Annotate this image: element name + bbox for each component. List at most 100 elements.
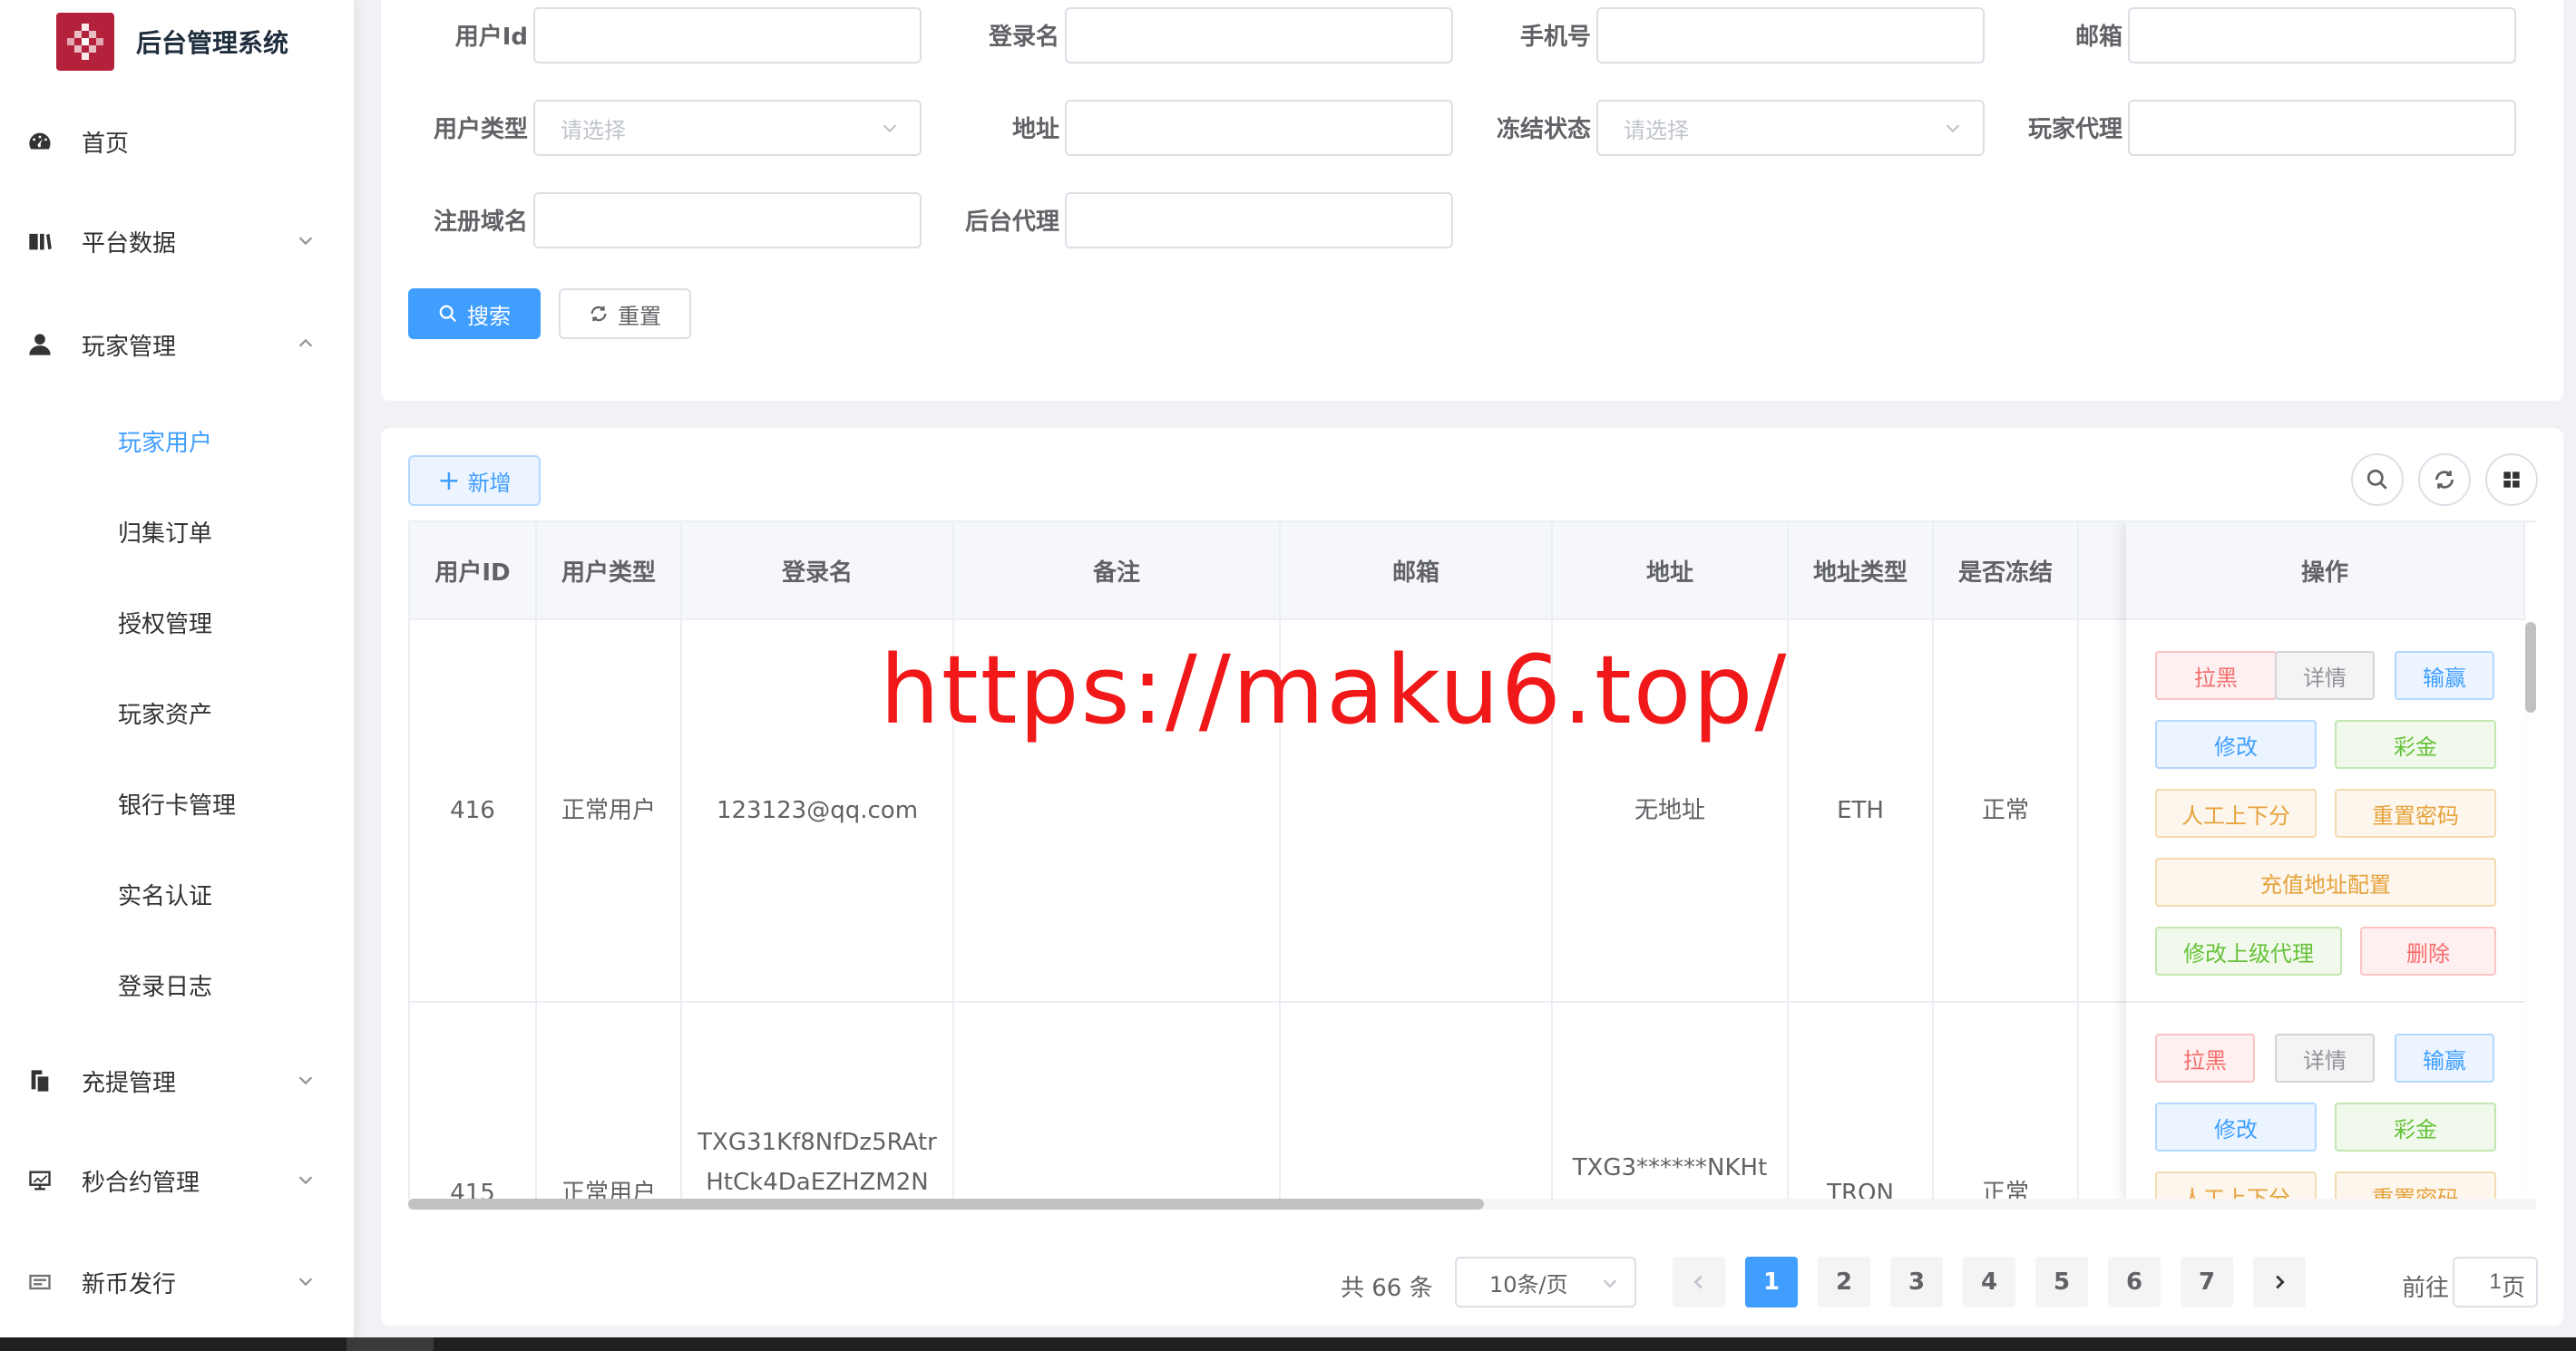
chevron-down-icon: [1600, 1273, 1620, 1298]
menu-item-platform-data[interactable]: 平台数据: [0, 205, 356, 277]
page-button[interactable]: 5: [2035, 1257, 2088, 1307]
submenu-label: 实名认证: [118, 882, 213, 910]
sidebar-item-authorization[interactable]: 授权管理: [0, 589, 356, 655]
sidebar-item-bank-cards[interactable]: 银行卡管理: [0, 771, 356, 836]
page-button[interactable]: 3: [1890, 1257, 1943, 1307]
col-header: 地址: [1553, 522, 1789, 620]
menu-item-player-management[interactable]: 玩家管理: [0, 308, 356, 381]
table-cell: 正常: [1934, 1003, 2079, 1200]
page-button[interactable]: 6: [2108, 1257, 2161, 1307]
chevron-down-icon: [296, 230, 317, 252]
scrollbar-thumb[interactable]: [408, 1199, 1484, 1210]
refresh-icon: [590, 306, 607, 322]
detail-button[interactable]: 详情: [2275, 651, 2375, 700]
bonus-button[interactable]: 彩金: [2335, 1103, 2496, 1152]
search-panel: 用户Id 登录名 手机号 邮箱 用户类型 请选择 地址 冻结状态 请选择 玩家代…: [381, 0, 2563, 401]
logo[interactable]: 后台管理系统: [56, 13, 288, 71]
page-button[interactable]: 1: [1745, 1257, 1798, 1307]
reset-password-button[interactable]: 重置密码: [2335, 1171, 2496, 1200]
edit-button[interactable]: 修改: [2155, 1103, 2317, 1152]
menu-item-home[interactable]: 首页: [0, 105, 356, 178]
page-button[interactable]: 4: [1963, 1257, 2015, 1307]
label-user-id: 用户Id: [454, 24, 528, 51]
detail-button[interactable]: 详情: [2275, 1034, 2375, 1083]
page-size-select[interactable]: 10条/页: [1455, 1257, 1636, 1307]
prev-page-button[interactable]: [1673, 1257, 1725, 1307]
deposit-address-button[interactable]: 充值地址配置: [2155, 858, 2496, 907]
search-button-label: 搜索: [467, 303, 511, 329]
dashboard-icon: [25, 127, 54, 156]
label-phone: 手机号: [1519, 24, 1591, 51]
sidebar-item-kyc[interactable]: 实名认证: [0, 861, 356, 927]
win-lose-button[interactable]: 输赢: [2395, 651, 2494, 700]
table-cell: 正常用户: [537, 620, 682, 1003]
blacklist-button[interactable]: 拉黑: [2155, 651, 2277, 700]
page-button[interactable]: 7: [2181, 1257, 2233, 1307]
win-lose-button[interactable]: 输赢: [2395, 1034, 2494, 1083]
chevron-right-icon: [2276, 1275, 2285, 1289]
menu-item-second-contracts[interactable]: 秒合约管理: [0, 1144, 356, 1217]
user-type-select[interactable]: 请选择: [533, 100, 922, 156]
manual-score-button[interactable]: 人工上下分: [2155, 789, 2317, 838]
search-button[interactable]: 搜索: [408, 288, 541, 339]
columns-button[interactable]: [2485, 453, 2538, 506]
reset-password-button[interactable]: 重置密码: [2335, 789, 2496, 838]
search-icon: [439, 305, 457, 323]
chevron-left-icon: [1693, 1275, 1703, 1289]
menu-label: 首页: [82, 130, 130, 158]
operation-cell: 拉黑 详情 输赢 修改 彩金 人工上下分 重置密码 充值地址配置 修改上级代理 …: [2126, 620, 2525, 1003]
freeze-status-select[interactable]: 请选择: [1596, 100, 1985, 156]
table-cell: 正常: [1934, 620, 2079, 1003]
vertical-scrollbar[interactable]: [2525, 622, 2536, 713]
chevron-down-icon: [880, 118, 902, 140]
refresh-button[interactable]: [2418, 453, 2471, 506]
watermark-text: https://maku6.top/: [880, 635, 1789, 745]
manual-score-button[interactable]: 人工上下分: [2155, 1171, 2317, 1200]
add-button[interactable]: + 新增: [408, 455, 541, 506]
phone-input[interactable]: [1596, 7, 1985, 63]
table-panel: + 新增 用户ID 用户类型 登录名 备注 邮箱 地址 地址类型 是否冻结 41…: [381, 428, 2563, 1326]
col-header: 操作: [2126, 522, 2525, 620]
menu-item-deposit-withdraw[interactable]: 充提管理: [0, 1045, 356, 1117]
chevron-down-icon: [296, 1271, 317, 1293]
label-address: 地址: [1011, 116, 1059, 143]
submenu-label: 玩家资产: [118, 701, 213, 729]
label-admin-agent: 后台代理: [964, 209, 1059, 236]
submenu-label: 登录日志: [118, 973, 213, 1001]
book-icon: [25, 227, 54, 256]
player-agent-input[interactable]: [2128, 100, 2516, 156]
blacklist-button[interactable]: 拉黑: [2155, 1034, 2255, 1083]
menu-label: 秒合约管理: [82, 1169, 200, 1197]
edit-agent-button[interactable]: 修改上级代理: [2155, 927, 2342, 976]
label-reg-domain: 注册域名: [433, 209, 528, 236]
admin-agent-input[interactable]: [1065, 192, 1453, 248]
grid-icon: [2503, 471, 2520, 488]
horizontal-scrollbar[interactable]: [408, 1199, 2536, 1210]
user-id-input[interactable]: [533, 7, 922, 63]
sidebar-item-collection-orders[interactable]: 归集订单: [0, 499, 356, 564]
sidebar-item-player-assets[interactable]: 玩家资产: [0, 680, 356, 745]
pager-total: 共 66 条: [1341, 1275, 1433, 1302]
next-page-button[interactable]: [2253, 1257, 2306, 1307]
col-header-spacer: [2079, 522, 2133, 620]
page-button[interactable]: 2: [1818, 1257, 1870, 1307]
sidebar-item-player-users[interactable]: 玩家用户: [0, 408, 356, 473]
table-cell: ETH: [1789, 620, 1934, 1003]
taskbar-item[interactable]: [346, 1337, 434, 1351]
bonus-button[interactable]: 彩金: [2335, 720, 2496, 769]
email-input[interactable]: [2128, 7, 2516, 63]
delete-button[interactable]: 删除: [2360, 927, 2496, 976]
edit-button[interactable]: 修改: [2155, 720, 2317, 769]
toggle-search-button[interactable]: [2351, 453, 2404, 506]
menu-item-new-coin[interactable]: 新币发行: [0, 1246, 356, 1318]
reset-button[interactable]: 重置: [559, 288, 691, 339]
chevron-down-icon: [1943, 118, 1965, 140]
menu-label: 充提管理: [82, 1069, 177, 1097]
sidebar-item-login-logs[interactable]: 登录日志: [0, 952, 356, 1017]
page-size-value: 10条/页: [1489, 1271, 1568, 1298]
address-input[interactable]: [1065, 100, 1453, 156]
chevron-down-icon: [296, 1070, 317, 1092]
reg-domain-input[interactable]: [533, 192, 922, 248]
login-name-input[interactable]: [1065, 7, 1453, 63]
col-header: 用户类型: [537, 522, 682, 620]
